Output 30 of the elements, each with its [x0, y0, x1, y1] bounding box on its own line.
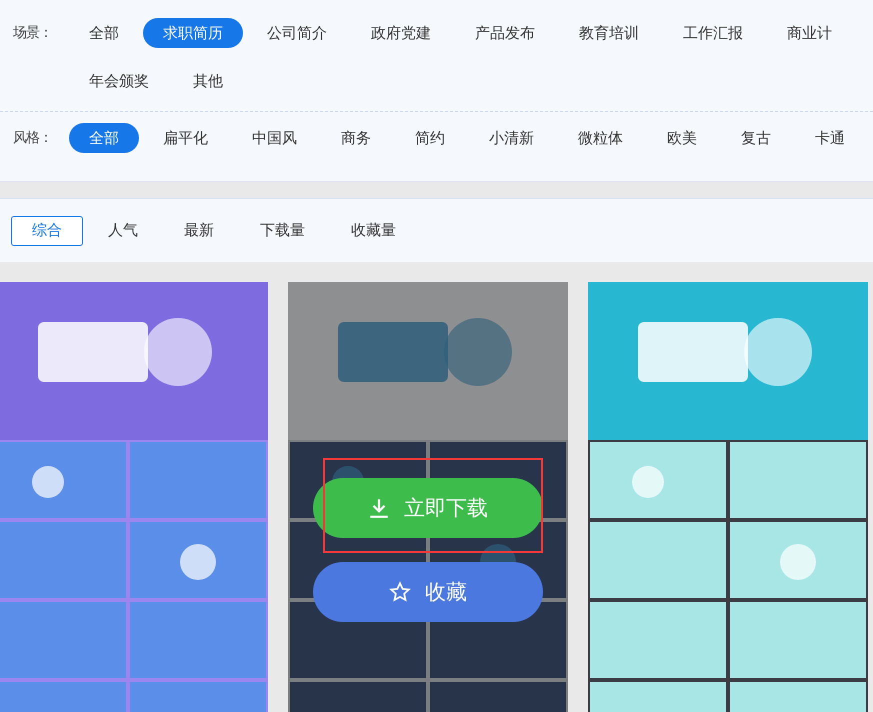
filter-option[interactable]: 求职简历	[143, 18, 243, 48]
filter-option[interactable]: 工作汇报	[663, 18, 763, 48]
filter-option[interactable]: 全部	[69, 123, 139, 153]
filter-option[interactable]: 小清新	[469, 123, 554, 153]
filter-option[interactable]: 全部	[69, 18, 139, 48]
filter-option[interactable]: 产品发布	[455, 18, 555, 48]
sort-tab[interactable]: 下载量	[239, 216, 326, 246]
filter-option[interactable]: 商业计	[767, 18, 852, 48]
filter-option[interactable]: 商务	[321, 123, 391, 153]
filter-option[interactable]: 教育培训	[559, 18, 659, 48]
filter-option[interactable]: 中国风	[232, 123, 317, 153]
filter-option[interactable]: 简约	[395, 123, 465, 153]
filter-option[interactable]: 政府党建	[351, 18, 451, 48]
favorite-button[interactable]: 收藏	[313, 562, 543, 622]
filter-option[interactable]: 复古	[721, 123, 791, 153]
filter-label: 场景：	[12, 24, 53, 43]
filter-option[interactable]: 微粒体	[558, 123, 643, 153]
filter-option[interactable]: 年会颁奖	[69, 66, 169, 96]
filter-label: 风格：	[12, 129, 53, 148]
filter-option[interactable]: 卡通	[795, 123, 865, 153]
sort-tab[interactable]: 最新	[163, 216, 235, 246]
sort-tab[interactable]: 收藏量	[330, 216, 417, 246]
sort-tab[interactable]: 人气	[87, 216, 159, 246]
download-icon	[368, 497, 390, 519]
sort-tab[interactable]: 综合	[11, 216, 83, 246]
filter-option[interactable]: 扁平化	[143, 123, 228, 153]
filter-option[interactable]: 欧美	[647, 123, 717, 153]
filter-option[interactable]: 其他	[173, 66, 243, 96]
star-icon	[389, 581, 411, 603]
filter-option[interactable]: 公司简介	[247, 18, 347, 48]
